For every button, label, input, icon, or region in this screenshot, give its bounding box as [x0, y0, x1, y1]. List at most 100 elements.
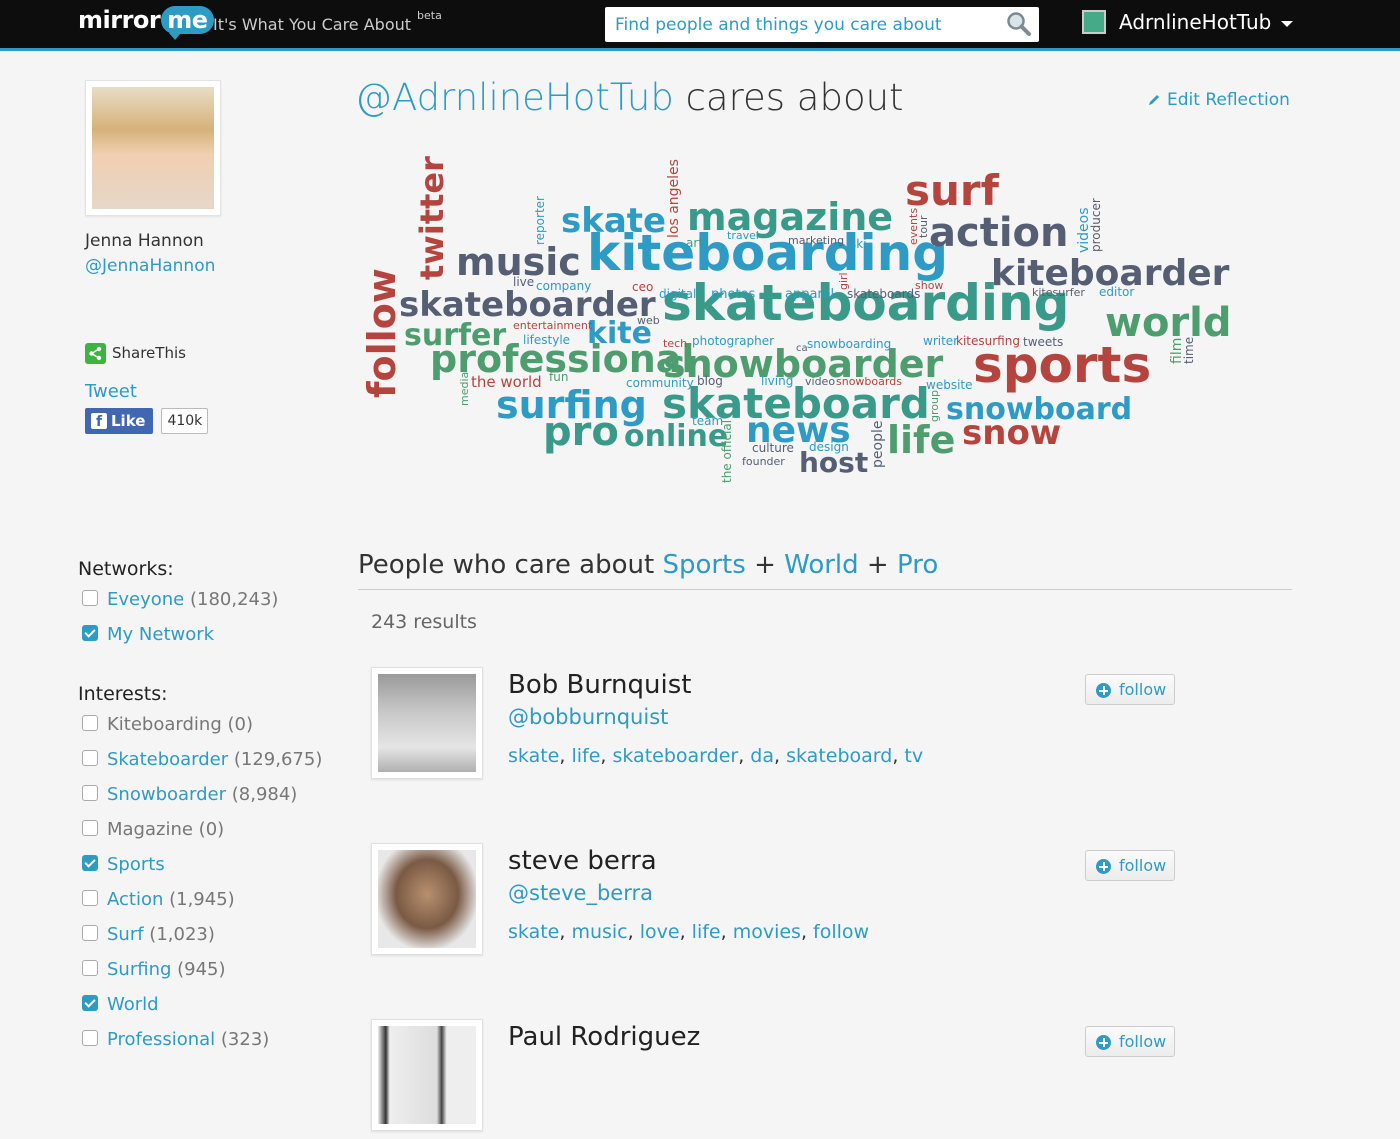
person-name[interactable]: steve berra: [508, 846, 657, 876]
interest-tag-link[interactable]: life: [692, 921, 721, 943]
cloud-word-follow[interactable]: follow: [360, 268, 404, 398]
search-icon[interactable]: [1006, 11, 1032, 37]
cloud-word-tweets[interactable]: tweets: [1023, 335, 1063, 349]
cloud-word-skateboards[interactable]: skateboards: [847, 287, 920, 301]
interest-tag-link[interactable]: skateboard: [786, 745, 892, 767]
filter-checkbox[interactable]: [82, 925, 98, 941]
cloud-word-tech[interactable]: tech: [663, 337, 687, 350]
interest-tag-link[interactable]: skate: [508, 921, 559, 943]
filter-eveyone[interactable]: Eveyone (180,243): [82, 589, 278, 613]
filter-action[interactable]: Action (1,945): [82, 889, 235, 913]
filter-checkbox[interactable]: [82, 785, 98, 801]
filter-professional[interactable]: Professional (323): [82, 1029, 269, 1053]
person-name[interactable]: Bob Burnquist: [508, 670, 692, 700]
follow-button[interactable]: follow: [1085, 674, 1175, 705]
user-menu-name[interactable]: AdrnlineHotTub: [1119, 10, 1271, 34]
interest-tag-link[interactable]: tv: [904, 745, 923, 767]
cloud-word-kitesurfing[interactable]: kitesurfing: [956, 334, 1020, 348]
cloud-word-community[interactable]: community: [626, 376, 694, 390]
filter-surfing[interactable]: Surfing (945): [82, 959, 226, 983]
filter-skateboarder[interactable]: Skateboarder (129,675): [82, 749, 322, 773]
cloud-word-action[interactable]: action: [929, 210, 1069, 256]
filter-checkbox[interactable]: [82, 960, 98, 976]
filter-label[interactable]: Kiteboarding: [107, 714, 222, 735]
cloud-word-travel[interactable]: travel: [727, 229, 759, 242]
cloud-word-los-angeles[interactable]: los angeles: [666, 159, 682, 238]
filter-checkbox[interactable]: [82, 1030, 98, 1046]
edit-reflection-link[interactable]: Edit Reflection: [1147, 90, 1290, 110]
facebook-like-button[interactable]: f Like: [85, 408, 154, 434]
interest-tag-link[interactable]: life: [571, 745, 600, 767]
cloud-word-fun[interactable]: fun: [549, 370, 568, 384]
cloud-word-media[interactable]: media: [458, 372, 471, 406]
cloud-word-digital[interactable]: digital: [659, 287, 696, 301]
cloud-word-people[interactable]: people: [870, 421, 886, 468]
cloud-word-blog[interactable]: blog: [697, 374, 723, 388]
cloud-word-the-official[interactable]: the official: [720, 420, 734, 483]
cloud-word-snow[interactable]: snow: [962, 413, 1061, 453]
cloud-word-living[interactable]: living: [761, 374, 793, 388]
cloud-word-surf[interactable]: surf: [905, 166, 1000, 215]
cloud-word-ski[interactable]: ski: [850, 237, 867, 251]
term-link-world[interactable]: World: [784, 550, 859, 580]
user-avatar[interactable]: [1082, 10, 1106, 34]
interest-tag-link[interactable]: movies: [733, 921, 801, 943]
filter-label[interactable]: Surf: [107, 924, 144, 945]
filter-snowboarder[interactable]: Snowboarder (8,984): [82, 784, 297, 808]
cloud-word-team[interactable]: team: [692, 414, 723, 428]
filter-kiteboarding[interactable]: Kiteboarding (0): [82, 714, 253, 738]
cloud-word-photos[interactable]: photos: [711, 287, 755, 302]
filter-label[interactable]: World: [107, 994, 159, 1015]
filter-label[interactable]: My Network: [107, 624, 214, 645]
cloud-word-reporter[interactable]: reporter: [533, 196, 547, 245]
person-photo[interactable]: [371, 843, 483, 955]
term-link-sports[interactable]: Sports: [662, 550, 745, 580]
cloud-word-web[interactable]: web: [637, 314, 660, 327]
cloud-word-ceo[interactable]: ceo: [632, 280, 653, 294]
filter-label[interactable]: Snowboarder: [107, 784, 226, 805]
sharethis-button[interactable]: ShareThis: [85, 343, 186, 364]
cloud-word-producer[interactable]: producer: [1089, 198, 1103, 252]
cloud-word-ca[interactable]: ca: [796, 343, 808, 354]
cloud-word-life[interactable]: life: [887, 418, 955, 462]
cloud-word-magazine[interactable]: magazine: [687, 195, 893, 239]
filter-checkbox[interactable]: [82, 625, 98, 641]
cloud-word-live[interactable]: live: [513, 275, 534, 289]
person-handle[interactable]: @bobburnquist: [508, 705, 668, 729]
person-photo[interactable]: [371, 1019, 483, 1131]
cloud-word-photographer[interactable]: photographer: [692, 334, 774, 348]
chevron-down-icon[interactable]: [1281, 21, 1293, 27]
person-name[interactable]: Paul Rodriguez: [508, 1022, 700, 1052]
filter-world[interactable]: World: [82, 994, 159, 1018]
cloud-word-twitter[interactable]: twitter: [413, 156, 451, 280]
filter-checkbox[interactable]: [82, 855, 98, 871]
filter-label[interactable]: Eveyone: [107, 589, 184, 610]
cloud-word-marketing[interactable]: marketing: [788, 234, 844, 247]
filter-label[interactable]: Action: [107, 889, 163, 910]
filter-surf[interactable]: Surf (1,023): [82, 924, 215, 948]
profile-handle-link[interactable]: @JennaHannon: [85, 256, 215, 276]
filter-checkbox[interactable]: [82, 995, 98, 1011]
logo[interactable]: mirror me: [78, 6, 214, 40]
cloud-word-founder[interactable]: founder: [742, 455, 785, 468]
filter-label[interactable]: Surfing: [107, 959, 171, 980]
cloud-word-the-world[interactable]: the world: [471, 373, 542, 391]
cloud-word-tour[interactable]: tour: [917, 215, 930, 238]
follow-button[interactable]: follow: [1085, 1026, 1175, 1057]
filter-checkbox[interactable]: [82, 750, 98, 766]
filter-my-network[interactable]: My Network: [82, 624, 214, 648]
cloud-word-art[interactable]: art: [686, 236, 703, 250]
cloud-word-video[interactable]: video: [805, 375, 835, 388]
cloud-word-apparel[interactable]: apparel: [785, 287, 834, 302]
cloud-word-design[interactable]: design: [809, 440, 849, 454]
person-handle[interactable]: @steve_berra: [508, 881, 653, 905]
person-photo[interactable]: [371, 667, 483, 779]
filter-checkbox[interactable]: [82, 590, 98, 606]
cloud-word-entertainment[interactable]: entertainment: [513, 319, 593, 332]
follow-button[interactable]: follow: [1085, 850, 1175, 881]
cloud-word-lifestyle[interactable]: lifestyle: [523, 333, 570, 347]
filter-checkbox[interactable]: [82, 715, 98, 731]
filter-magazine[interactable]: Magazine (0): [82, 819, 224, 843]
interest-tag-link[interactable]: follow: [813, 921, 869, 943]
cloud-word-show[interactable]: show: [915, 279, 943, 292]
